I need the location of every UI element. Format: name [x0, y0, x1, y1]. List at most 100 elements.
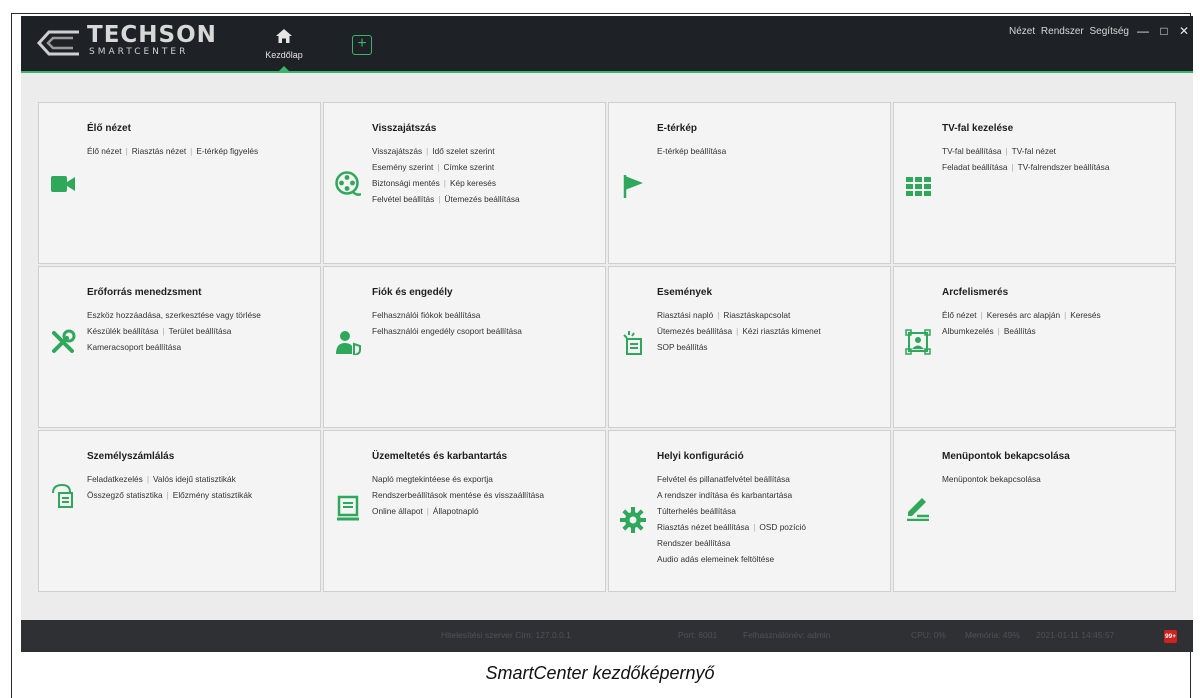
link-separator: | [426, 506, 429, 516]
tab-home[interactable]: Kezdőlap [255, 24, 313, 72]
module-link-kep-kereses[interactable]: Kép keresés [450, 178, 496, 188]
brand-name: TECHSON [87, 22, 217, 48]
module-links: Felvétel és pillanatfelvétel beállítása A… [657, 471, 889, 567]
status-port: Port: 6001 [678, 630, 718, 640]
module-link-felvetel-es-pillanatfelvetel-beallitasa[interactable]: Felvétel és pillanatfelvétel beállítása [657, 474, 790, 484]
module-link-feladat-beallitasa[interactable]: Feladat beállítása [942, 162, 1008, 172]
module-card-esemenyek[interactable]: Események Riasztási napló | Riasztáskapcsol… [608, 266, 891, 428]
link-separator: | [437, 162, 440, 172]
module-link-elo-nezet[interactable]: Élő nézet [87, 146, 122, 156]
module-link-riasztaskapcsolat[interactable]: Riasztáskapcsolat [723, 310, 790, 320]
link-separator: | [146, 474, 149, 484]
module-link-row: Albumkezelés | Beállítás [942, 323, 1174, 339]
module-link-biztonsagi-mentes[interactable]: Biztonsági mentés [372, 178, 440, 188]
module-title: E-térkép [657, 123, 698, 134]
module-link-riasztas-nezet[interactable]: Riasztás nézet [132, 146, 186, 156]
module-link-felvetel-beallitas[interactable]: Felvétel beállítás [372, 194, 434, 204]
module-card-e-terkep[interactable]: E-térkép E-térkép beállítása [608, 102, 891, 264]
module-card-arcfelismeres[interactable]: Arcfelismerés Élő nézet | Keresés arc alapj… [893, 266, 1176, 428]
module-link-felhasznaloi-fiokok-beallitasa[interactable]: Felhasználói fiókok beállítása [372, 310, 480, 320]
module-card-uzemeltetes-es-karbantartas[interactable]: Üzemeltetés és karbantartás Napló megteki… [323, 430, 606, 592]
module-link-kereses[interactable]: Keresés [1070, 310, 1100, 320]
module-link-terulet-beallitasa[interactable]: Terület beállítása [169, 326, 232, 336]
module-card-tv-fal-kezelese[interactable]: TV-fal kezelése TV-fal beállítása | TV-fal … [893, 102, 1176, 264]
module-card-elo-nezet[interactable]: Élő nézet Élő nézet | Riasztás nézet | E-térk… [38, 102, 321, 264]
module-link-row: Összegző statisztika | Előzmény statisztik… [87, 487, 319, 503]
module-link-online-allapot[interactable]: Online állapot [372, 506, 423, 516]
maximize-icon[interactable]: □ [1160, 24, 1167, 38]
module-link-e-terkep-beallitasa[interactable]: E-térkép beállítása [657, 146, 726, 156]
module-link-a-rendszer-inditasa-es-karbantartasa[interactable]: A rendszer indítása és karbantartása [657, 490, 792, 500]
module-link-cimke-szerint[interactable]: Címke szerint [443, 162, 494, 172]
module-link-row: Riasztási napló | Riasztáskapcsolat [657, 307, 889, 323]
module-link-kereses-arc-alapjan[interactable]: Keresés arc alapján [987, 310, 1060, 320]
link-separator: | [166, 490, 169, 500]
module-link-tv-fal-nezet[interactable]: TV-fal nézet [1012, 146, 1056, 156]
module-card-szemelyszamlalas[interactable]: Személyszámlálás Feladatkezelés | Valós ide… [38, 430, 321, 592]
link-separator: | [125, 146, 128, 156]
module-link-tv-fal-beallitasa[interactable]: TV-fal beállítása [942, 146, 1002, 156]
module-link-rendszerbeallitasok-mentese-es-visszaallitasa[interactable]: Rendszerbeállítások mentése és visszaáll… [372, 490, 544, 500]
menu-help[interactable]: Segítség [1090, 26, 1129, 37]
module-link-osszegzo-statisztika[interactable]: Összegző statisztika [87, 490, 163, 500]
add-tab-button[interactable]: + [352, 35, 372, 55]
module-link-osd-pozicio[interactable]: OSD pozíció [759, 522, 806, 532]
module-title: Visszajátszás [372, 123, 437, 134]
module-link-riasztasi-naplo[interactable]: Riasztási napló [657, 310, 713, 320]
module-link-allapotnaplo[interactable]: Állapotnapló [433, 506, 479, 516]
module-link-naplo-megtekinteese-es-exportja[interactable]: Napló megtekintéese és exportja [372, 474, 493, 484]
module-link-riasztas-nezet-beallitasa[interactable]: Riasztás nézet beállítása [657, 522, 749, 532]
status-memory: Memória: 49% [965, 630, 1020, 640]
status-datetime: 2021-01-11 14:45:57 [1036, 630, 1115, 640]
module-link-row: Biztonsági mentés | Kép keresés [372, 175, 604, 191]
module-link-elo-nezet[interactable]: Élő nézet [942, 310, 977, 320]
module-link-kameracsoport-beallitasa[interactable]: Kameracsoport beállítása [87, 342, 181, 352]
tools-icon [50, 329, 76, 355]
module-link-visszajatszas[interactable]: Visszajátszás [372, 146, 422, 156]
menu-view[interactable]: Nézet [1009, 26, 1035, 37]
link-separator: | [443, 178, 446, 188]
module-title: Személyszámlálás [87, 451, 175, 462]
module-link-albumkezeles[interactable]: Albumkezelés [942, 326, 994, 336]
module-link-row: Felvétel beállítás | Ütemezés beállítása [372, 191, 604, 207]
menu-system[interactable]: Rendszer [1041, 26, 1084, 37]
module-card-helyi-konfiguracio[interactable]: Helyi konfiguráció Felvétel és pillanatfe… [608, 430, 891, 592]
event-alarm-icon [620, 329, 646, 355]
module-link-esemeny-szerint[interactable]: Esemény szerint [372, 162, 433, 172]
module-link-felhasznaloi-engedely-csoport-beallitasa[interactable]: Felhasználói engedély csoport beállítása [372, 326, 522, 336]
module-link-feladatkezeles[interactable]: Feladatkezelés [87, 474, 143, 484]
close-icon[interactable]: ✕ [1179, 24, 1189, 38]
module-card-eroforras-menedzsment[interactable]: Erőforrás menedzsment Eszköz hozzáadása, … [38, 266, 321, 428]
module-link-row: Riasztás nézet beállítása | OSD pozíció [657, 519, 889, 535]
module-link-eszkoz-hozzaadasa-szerkesztese-vagy-torlese[interactable]: Eszköz hozzáadása, szerkesztése vagy tör… [87, 310, 261, 320]
minimize-icon[interactable]: — [1137, 24, 1149, 38]
module-link-row: Felhasználói fiókok beállítása [372, 307, 604, 323]
module-link-rendszer-beallitasa[interactable]: Rendszer beállítása [657, 538, 730, 548]
module-card-visszajatszas[interactable]: Visszajátszás Visszajátszás | Idő szelet sz… [323, 102, 606, 264]
notification-badge[interactable]: 99+ [1164, 630, 1177, 643]
module-link-beallitas[interactable]: Beállítás [1004, 326, 1036, 336]
module-link-tulterheles-beallitasa[interactable]: Túlterhelés beállítása [657, 506, 736, 516]
module-link-row: Készülék beállítása | Terület beállítása [87, 323, 319, 339]
module-link-tv-falrendszer-beallitasa[interactable]: TV-falrendszer beállítása [1018, 162, 1110, 172]
module-card-menupontok-bekapcsolasa[interactable]: Menüpontok bekapcsolása Menüpontok bekapc… [893, 430, 1176, 592]
status-bar: Hitelesítési szerver Cím: 127.0.0.1 Port… [21, 620, 1193, 652]
module-link-elozmeny-statisztikak[interactable]: Előzmény statisztikák [173, 490, 252, 500]
module-link-row: Feladatkezelés | Valós idejű statisztikák [87, 471, 319, 487]
module-link-kezi-riasztas-kimenet[interactable]: Kézi riasztás kimenet [742, 326, 820, 336]
module-link-keszulek-beallitasa[interactable]: Készülék beállítása [87, 326, 159, 336]
module-link-menupontok-bekapcsolasa[interactable]: Menüpontok bekapcsolása [942, 474, 1041, 484]
module-title: Események [657, 287, 713, 298]
module-link-ido-szelet-szerint[interactable]: Idő szelet szerint [432, 146, 494, 156]
link-separator: | [717, 310, 720, 320]
module-link-audio-adas-elemeinek-feltoltese[interactable]: Audio adás elemeinek feltöltése [657, 554, 774, 564]
module-link-e-terkep-figyeles[interactable]: E-térkép figyelés [196, 146, 258, 156]
module-link-sop-beallitas[interactable]: SOP beállítás [657, 342, 708, 352]
module-link-utemezes-beallitasa[interactable]: Ütemezés beállítása [657, 326, 732, 336]
module-link-row: Felvétel és pillanatfelvétel beállítása [657, 471, 889, 487]
link-separator: | [753, 522, 756, 532]
module-card-fiok-es-engedely[interactable]: Fiók és engedély Felhasználói fiókok beál… [323, 266, 606, 428]
module-link-utemezes-beallitasa[interactable]: Ütemezés beállítása [444, 194, 519, 204]
module-link-valos-ideju-statisztikak[interactable]: Valós idejű statisztikák [153, 474, 236, 484]
module-title: TV-fal kezelése [942, 123, 1014, 134]
